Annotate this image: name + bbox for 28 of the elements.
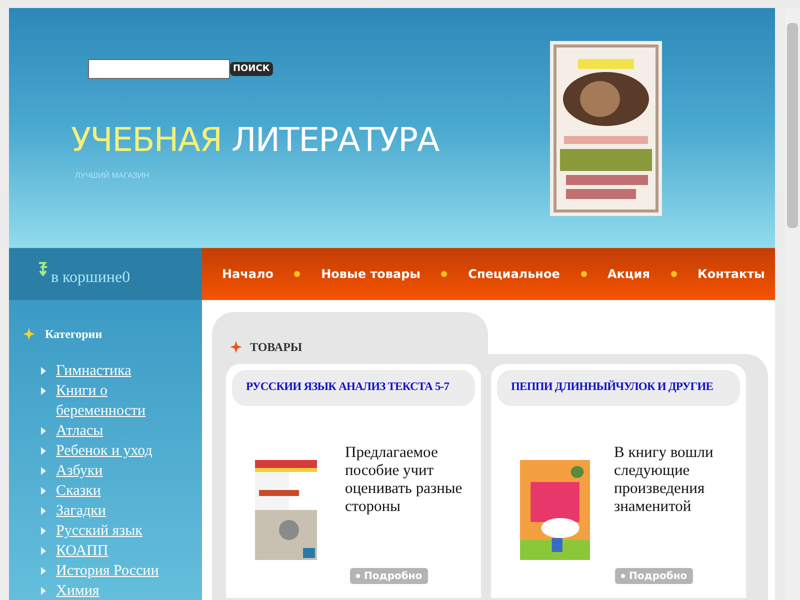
tagline: ЛУЧШИЙ МАГАЗИН bbox=[75, 170, 150, 182]
category-link[interactable]: Химия bbox=[56, 581, 176, 600]
category-link[interactable]: Атласы bbox=[56, 421, 176, 441]
category-link[interactable]: Азбуки bbox=[56, 461, 176, 481]
details-button[interactable]: Подробно bbox=[350, 568, 428, 584]
category-link[interactable]: История России bbox=[56, 561, 176, 581]
details-button[interactable]: Подробно bbox=[615, 568, 694, 584]
category-link[interactable]: КОАПП bbox=[56, 541, 176, 561]
product-title[interactable]: ПЕППИ ДЛИННЫЙЧУЛОК И ДРУГИЕ bbox=[497, 370, 740, 406]
category-link[interactable]: Русский язык bbox=[56, 521, 176, 541]
nav-link[interactable]: Акция bbox=[607, 265, 650, 283]
category-link[interactable]: Гимнастика bbox=[56, 361, 176, 381]
nav-link[interactable]: Новые товары bbox=[321, 265, 421, 283]
search-button[interactable]: ПОИСК bbox=[230, 62, 273, 76]
section-title: ТОВАРЫ bbox=[250, 339, 302, 356]
nav-link[interactable]: Контакты bbox=[698, 265, 765, 283]
category-link[interactable]: Ребенок и уход bbox=[56, 441, 176, 461]
category-link[interactable]: Загадки bbox=[56, 501, 176, 521]
site-logo[interactable]: УЧЕБНАЯ ЛИТЕРАТУРА bbox=[71, 120, 439, 160]
product-description: В книгу вошли следующие произведения знаменитой bbox=[614, 444, 714, 517]
product-title[interactable]: РУССКИИ ЯЗЫК АНАЛИЗ ТЕКСТА 5-7 bbox=[232, 370, 475, 406]
nav-link[interactable]: Специальное bbox=[468, 265, 560, 283]
sidebar-title: Категории bbox=[45, 326, 102, 343]
category-link[interactable]: Книги о беременности bbox=[56, 381, 176, 421]
category-link[interactable]: Сказки bbox=[56, 481, 176, 501]
product-description: Предлагаемое пособие учит оценивать разные стороны bbox=[345, 444, 463, 517]
nav-link[interactable]: Начало bbox=[222, 265, 274, 283]
cart-label[interactable]: в коршине0 bbox=[51, 266, 130, 290]
